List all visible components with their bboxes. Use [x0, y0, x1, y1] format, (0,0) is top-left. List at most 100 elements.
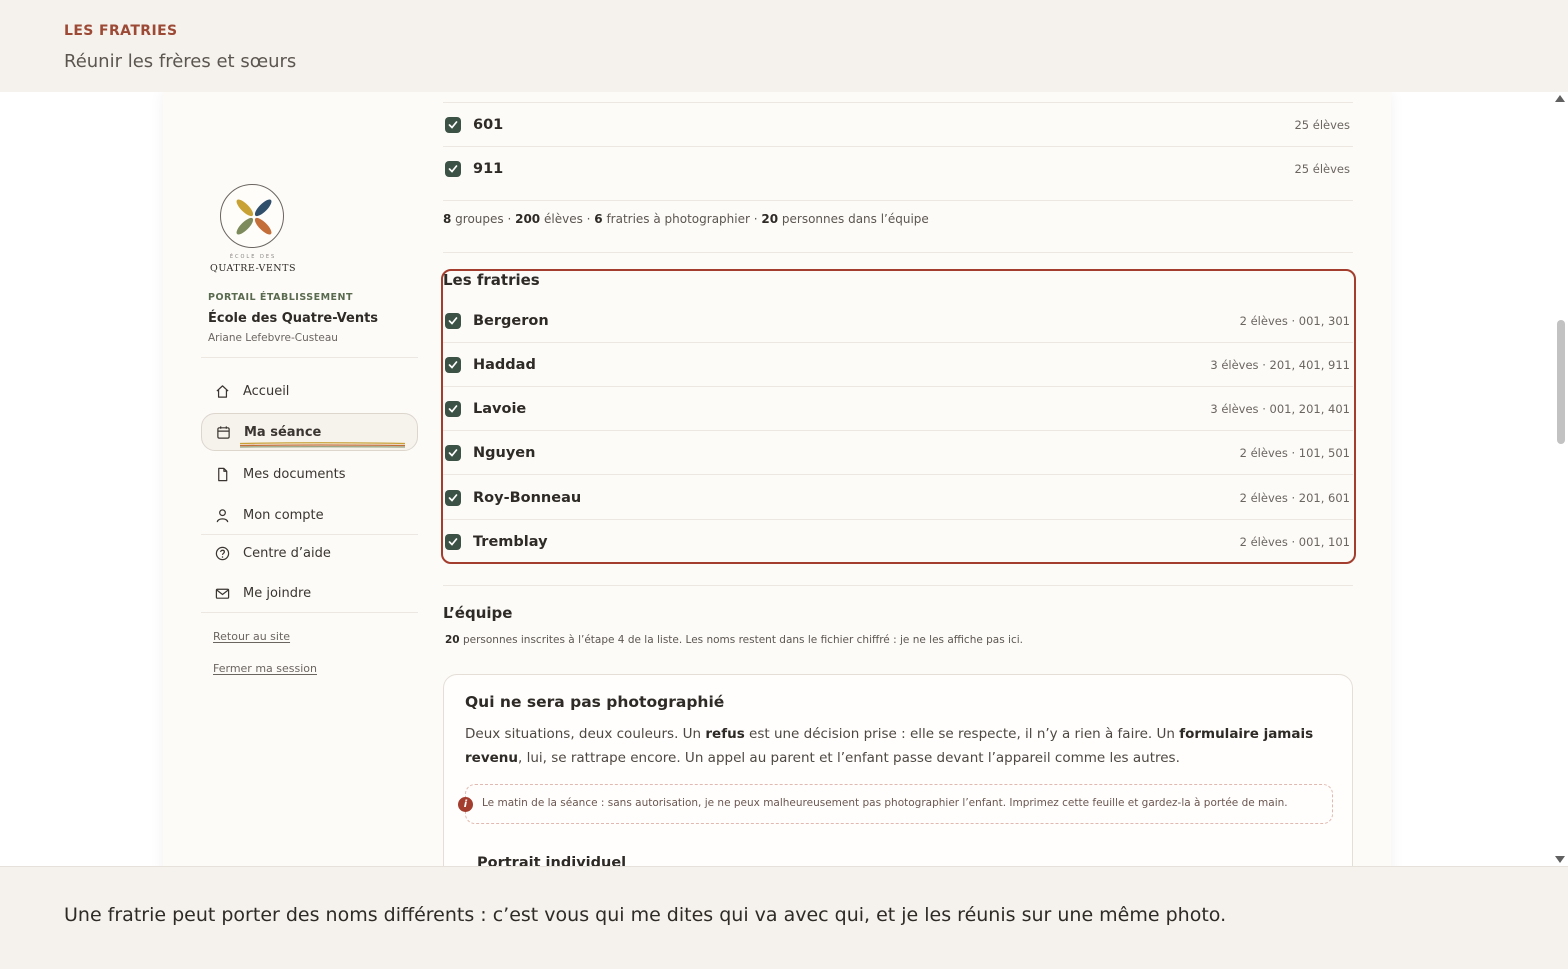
- back-to-site-link[interactable]: Retour au site: [213, 630, 290, 643]
- scroll-up-arrow-icon[interactable]: [1555, 95, 1565, 102]
- divider: [443, 585, 1353, 586]
- school-logo[interactable]: [220, 184, 284, 248]
- sibling-family-name: Nguyen: [473, 445, 536, 461]
- divider: [443, 252, 1353, 253]
- portal-kicker: PORTAIL ÉTABLISSEMENT: [208, 292, 353, 303]
- check-icon: [448, 405, 458, 413]
- nav-item-centre-aide[interactable]: Centre d’aide: [201, 534, 418, 572]
- stat-text: fratries à photographier ·: [602, 212, 762, 226]
- sidebar-divider: [201, 357, 418, 358]
- logo-small-text: ÉCOLE DES: [229, 254, 277, 260]
- sibling-details: 2 élèves · 001, 101: [1239, 535, 1350, 549]
- scrollbar-thumb[interactable]: [1557, 320, 1565, 444]
- card-body: Deux situations, deux couleurs. Un refus…: [465, 722, 1325, 770]
- nav-item-ma-seance[interactable]: Ma séance: [201, 413, 418, 451]
- group-label: 601: [473, 117, 504, 133]
- group-count: 25 élèves: [1294, 162, 1350, 176]
- sibling-row[interactable]: Tremblay 2 élèves · 001, 101: [443, 520, 1353, 564]
- logo-petal: [252, 215, 274, 237]
- sibling-row[interactable]: Roy-Bonneau 2 élèves · 201, 601: [443, 476, 1353, 520]
- sibling-family-name: Lavoie: [473, 401, 527, 417]
- calendar-icon: [215, 424, 231, 440]
- user-icon: [214, 507, 230, 523]
- section-subtitle: Réunir les frères et sœurs: [64, 51, 297, 72]
- logo-petal: [252, 197, 274, 219]
- checkbox[interactable]: [445, 445, 461, 461]
- sibling-details: 2 élèves · 201, 601: [1239, 491, 1350, 505]
- warning-text: Le matin de la séance : sans autorisatio…: [482, 797, 1288, 809]
- nav-item-me-joindre[interactable]: Me joindre: [201, 574, 418, 612]
- row-divider: [443, 474, 1353, 475]
- sibling-details: 2 élèves · 001, 301: [1239, 314, 1350, 328]
- group-row[interactable]: 601 25 élèves: [443, 103, 1353, 147]
- scroll-down-arrow-icon[interactable]: [1555, 856, 1565, 863]
- checkbox[interactable]: [445, 490, 461, 506]
- checkbox[interactable]: [445, 534, 461, 550]
- help-icon: [214, 545, 230, 561]
- group-label: 911: [473, 161, 504, 177]
- screenshot-viewport: ÉCOLE DES QUATRE-VENTS PORTAIL ÉTABLISSE…: [0, 92, 1568, 866]
- body-text: Deux situations, deux couleurs. Un: [465, 726, 706, 742]
- nav-label: Me joindre: [243, 585, 312, 601]
- user-name: Ariane Lefebvre-Custeau: [208, 332, 338, 344]
- stat-text: groupes ·: [451, 212, 516, 226]
- warning-notice: i Le matin de la séance : sans autorisat…: [458, 784, 1333, 824]
- school-name: École des Quatre-Vents: [208, 311, 379, 326]
- portal-card: ÉCOLE DES QUATRE-VENTS PORTAIL ÉTABLISSE…: [163, 92, 1391, 866]
- home-icon: [214, 383, 230, 399]
- body-emphasis: refus: [705, 726, 745, 742]
- sibling-family-name: Bergeron: [473, 313, 549, 329]
- team-count: 20: [445, 634, 460, 646]
- footer-caption: Une fratrie peut porter des noms différe…: [64, 904, 1227, 926]
- not-photographed-card: Qui ne sera pas photographié Deux situat…: [443, 674, 1353, 866]
- summary-stats: 8 groupes · 200 élèves · 6 fratries à ph…: [443, 212, 929, 226]
- group-count: 25 élèves: [1294, 118, 1350, 132]
- nav-item-accueil[interactable]: Accueil: [201, 372, 418, 410]
- scrollbar[interactable]: [1552, 92, 1568, 866]
- sibling-family-name: Roy-Bonneau: [473, 490, 582, 506]
- stat-number: 6: [594, 212, 603, 226]
- sibling-row[interactable]: Nguyen 2 élèves · 101, 501: [443, 431, 1353, 475]
- nav-label: Centre d’aide: [243, 545, 331, 561]
- logo-petal: [234, 197, 256, 219]
- logo-name: QUATRE-VENTS: [210, 263, 296, 274]
- check-icon: [448, 538, 458, 546]
- logout-link[interactable]: Fermer ma session: [213, 662, 317, 675]
- fratries-title: Les fratries: [443, 271, 540, 289]
- team-note-text: personnes inscrites à l’étape 4 de la li…: [459, 634, 1023, 646]
- stat-text: personnes dans l’équipe: [778, 212, 929, 226]
- mail-icon: [214, 585, 230, 601]
- sibling-row[interactable]: Haddad 3 élèves · 201, 401, 911: [443, 343, 1353, 387]
- checkbox[interactable]: [445, 161, 461, 177]
- sibling-family-name: Tremblay: [473, 534, 548, 550]
- checkbox[interactable]: [445, 117, 461, 133]
- next-section-title: Portrait individuel: [477, 855, 627, 866]
- checkbox[interactable]: [445, 313, 461, 329]
- page-header: LES FRATRIES Réunir les frères et sœurs: [0, 0, 1568, 92]
- nav-label: Mes documents: [243, 466, 346, 482]
- sibling-details: 3 élèves · 001, 201, 401: [1210, 402, 1350, 416]
- equipe-title: L’équipe: [443, 604, 513, 622]
- sibling-row[interactable]: Bergeron 2 élèves · 001, 301: [443, 299, 1353, 343]
- check-icon: [448, 361, 458, 369]
- check-icon: [448, 165, 458, 173]
- sibling-row[interactable]: Lavoie 3 élèves · 001, 201, 401: [443, 387, 1353, 431]
- checkbox[interactable]: [445, 401, 461, 417]
- check-icon: [448, 449, 458, 457]
- logo-petal: [234, 215, 256, 237]
- checkbox[interactable]: [445, 357, 461, 373]
- nav-item-mon-compte[interactable]: Mon compte: [201, 496, 418, 534]
- equipe-note: 20 personnes inscrites à l’étape 4 de la…: [445, 634, 1023, 646]
- group-row[interactable]: 911 25 élèves: [443, 147, 1353, 191]
- section-kicker: LES FRATRIES: [64, 23, 178, 39]
- check-icon: [448, 317, 458, 325]
- divider: [443, 200, 1353, 201]
- stat-number: 200: [515, 212, 541, 226]
- nav-label: Ma séance: [244, 424, 322, 440]
- nav-item-mes-documents[interactable]: Mes documents: [201, 455, 418, 493]
- check-icon: [448, 494, 458, 502]
- sibling-details: 2 élèves · 101, 501: [1239, 446, 1350, 460]
- body-text: est une décision prise : elle se respect…: [744, 726, 1180, 742]
- warning-icon: i: [458, 797, 473, 812]
- stat-text: élèves ·: [540, 212, 595, 226]
